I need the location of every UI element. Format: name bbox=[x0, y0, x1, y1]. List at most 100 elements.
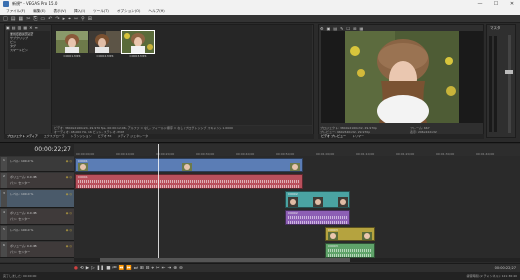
preview-image bbox=[345, 31, 459, 127]
video-clip[interactable]: C0002 bbox=[285, 191, 350, 208]
preview-frame bbox=[321, 31, 483, 127]
track-controls-icon[interactable]: ◉ ◎ bbox=[66, 159, 72, 163]
window-controls: — ☐ ✕ bbox=[472, 0, 520, 8]
tab-video-preview[interactable]: ビデオ プレビュー bbox=[321, 134, 346, 139]
save-icon[interactable]: ▦ bbox=[18, 15, 23, 23]
loop-playback-button[interactable]: ⟲ bbox=[80, 266, 84, 271]
track-controls-icon[interactable]: ◉ ◎ bbox=[66, 175, 72, 179]
paste-icon[interactable]: ▭ bbox=[40, 15, 45, 23]
trim-start-icon[interactable]: ⇤ bbox=[162, 266, 166, 271]
track-pan-label: パン: センター bbox=[10, 181, 31, 185]
normal-edit-tool-icon[interactable]: ▸ bbox=[63, 15, 66, 23]
track-controls-icon[interactable]: ◉ ◎ bbox=[66, 244, 72, 248]
track-header-video[interactable]: 3 レベル: 100.0 % ◉ ◎ bbox=[0, 190, 74, 208]
go-to-end-button[interactable]: ⏭ bbox=[134, 265, 138, 271]
media-thumbnail[interactable] bbox=[89, 31, 121, 53]
clip-name: C0002 bbox=[288, 211, 298, 215]
menu-view[interactable]: 表示(V) bbox=[51, 8, 69, 15]
envelope-tool-icon[interactable]: ⌖ bbox=[68, 15, 71, 23]
clip-thumbnail bbox=[288, 197, 298, 207]
menu-options[interactable]: オプション(O) bbox=[114, 8, 144, 15]
master-fader-handle[interactable] bbox=[505, 70, 513, 74]
track-header-audio[interactable]: 6 ボリューム: 0.0 dB パン: センター ◉ ◎ bbox=[0, 242, 74, 258]
track-level-label: レベル: 100.0 % bbox=[10, 228, 34, 232]
media-thumbnail-label: C0002.MP4 bbox=[96, 54, 114, 58]
preview-quality-icon[interactable]: ▤ bbox=[333, 26, 337, 31]
track-controls-icon[interactable]: ◉ ◎ bbox=[66, 211, 72, 215]
preview-snapshot-icon[interactable]: ▦ bbox=[359, 26, 363, 31]
snap-icon[interactable]: ⌖ bbox=[151, 265, 154, 271]
track-number: 5 bbox=[1, 226, 7, 240]
clip-name: C0001 bbox=[78, 175, 88, 179]
tab-trimmer[interactable]: トリマー bbox=[352, 134, 364, 139]
cut-icon[interactable]: ✂ bbox=[26, 15, 30, 23]
zoom-out-icon[interactable]: ⊟ bbox=[146, 266, 150, 271]
play-from-start-button[interactable]: ▶ bbox=[86, 266, 89, 271]
auto-ripple-icon[interactable]: ⊞ bbox=[88, 15, 92, 23]
redo-icon[interactable]: ↷ bbox=[55, 15, 59, 23]
track-number: 3 bbox=[1, 190, 7, 207]
close-button[interactable]: ✕ bbox=[504, 0, 520, 8]
track-header-video[interactable]: 1 レベル: 100.0 % ◉ ◎ bbox=[0, 157, 74, 172]
preview-grid-icon[interactable]: ⊞ bbox=[353, 26, 356, 31]
media-thumbnail-selected[interactable] bbox=[121, 30, 155, 54]
minimize-button[interactable]: — bbox=[472, 0, 488, 8]
tab-video-fx[interactable]: ビデオ FX bbox=[98, 134, 112, 139]
track-controls-icon[interactable]: ◉ ◎ bbox=[66, 192, 72, 196]
trim-end-icon[interactable]: ⇥ bbox=[167, 266, 171, 271]
next-frame-button[interactable]: ⏩ bbox=[126, 266, 132, 271]
record-button[interactable]: ● bbox=[74, 266, 78, 271]
tree-item-smart-bins[interactable]: スマートビン bbox=[10, 48, 28, 52]
audio-waveform bbox=[78, 185, 300, 188]
previous-frame-button[interactable]: ⏪ bbox=[119, 266, 125, 271]
go-to-start-button[interactable]: ⏮ bbox=[112, 265, 116, 271]
track-pan-label: パン: センター bbox=[10, 250, 31, 254]
preview-overlay-icon[interactable]: ✎ bbox=[340, 26, 343, 31]
playhead-cursor[interactable] bbox=[158, 144, 159, 262]
transport-bar: ● ⟲ ▶ ▷ ❚❚ ■ ⏮ ⏪ ⏩ ⏭ ⊞ ⊟ ⌖ ✂ ⇤ ⇥ ⊕ ⊖ 00:… bbox=[0, 263, 520, 272]
media-thumbnail-label: C0003.MP4 bbox=[129, 54, 147, 58]
preview-settings-icon[interactable]: ⚙ bbox=[320, 26, 324, 31]
split-icon[interactable]: ✂ bbox=[156, 266, 160, 271]
window-title: 新規* - VEGAS Pro 15.0 bbox=[12, 1, 58, 6]
video-clip[interactable]: C0001 bbox=[75, 158, 303, 172]
pause-button[interactable]: ❚❚ bbox=[97, 266, 105, 271]
menu-help[interactable]: ヘルプ(H) bbox=[145, 8, 167, 15]
preview-external-icon[interactable]: ☐ bbox=[347, 26, 351, 31]
selection-tool-icon[interactable]: ⇿ bbox=[74, 15, 78, 23]
timecode-display: 00:00:22;27 bbox=[34, 146, 71, 153]
zoom-tool-icon[interactable]: ⚲ bbox=[81, 15, 85, 23]
master-fader-track[interactable] bbox=[508, 35, 511, 133]
open-icon[interactable]: ▤ bbox=[11, 15, 16, 23]
track-controls-icon[interactable]: ◉ ◎ bbox=[66, 228, 72, 232]
tab-project-media[interactable]: プロジェクト メディア bbox=[7, 134, 38, 139]
undo-icon[interactable]: ↶ bbox=[48, 15, 52, 23]
audio-clip[interactable]: C0002 bbox=[285, 210, 350, 225]
tab-transitions[interactable]: トランジション bbox=[71, 134, 92, 139]
left-panel-tabs: プロジェクト メディア エクスプローラ トランジション ビデオ FX メディア … bbox=[4, 134, 314, 139]
add-region-icon[interactable]: ⊖ bbox=[179, 266, 183, 271]
add-marker-icon[interactable]: ⊕ bbox=[173, 266, 177, 271]
clip-thumbnail bbox=[328, 232, 338, 240]
zoom-in-icon[interactable]: ⊞ bbox=[140, 266, 144, 271]
menu-tools[interactable]: ツール(T) bbox=[90, 8, 112, 15]
media-thumbnail[interactable] bbox=[56, 31, 88, 53]
track-header-audio[interactable]: 4 ボリューム: 0.0 dB パン: センター ◉ ◎ bbox=[0, 209, 74, 225]
track-number: 2 bbox=[1, 173, 7, 188]
track-header-video[interactable]: 5 レベル: 100.0 % ◉ ◎ bbox=[0, 226, 74, 241]
video-clip[interactable]: C0003 bbox=[325, 227, 375, 241]
status-left: 完了しました: 00:00:00 bbox=[3, 274, 37, 278]
maximize-button[interactable]: ☐ bbox=[488, 0, 504, 8]
play-button[interactable]: ▷ bbox=[91, 266, 94, 271]
preview-split-icon[interactable]: ▣ bbox=[327, 26, 331, 31]
track-volume-label: ボリューム: 0.0 dB bbox=[10, 175, 37, 179]
stop-button[interactable]: ■ bbox=[106, 266, 110, 271]
copy-icon[interactable]: ⎘ bbox=[33, 15, 37, 23]
timeline-scrollbar-thumb[interactable] bbox=[100, 258, 350, 262]
audio-clip[interactable]: C0001 bbox=[75, 174, 303, 189]
track-header-audio[interactable]: 2 ボリューム: 0.0 dB パン: センター ◉ ◎ bbox=[0, 173, 74, 189]
tab-explorer[interactable]: エクスプローラ bbox=[44, 134, 65, 139]
new-project-icon[interactable]: □ bbox=[3, 15, 8, 23]
audio-clip[interactable]: C0003 bbox=[325, 243, 375, 258]
tab-media-generators[interactable]: メディア ジェネレータ bbox=[117, 134, 148, 139]
